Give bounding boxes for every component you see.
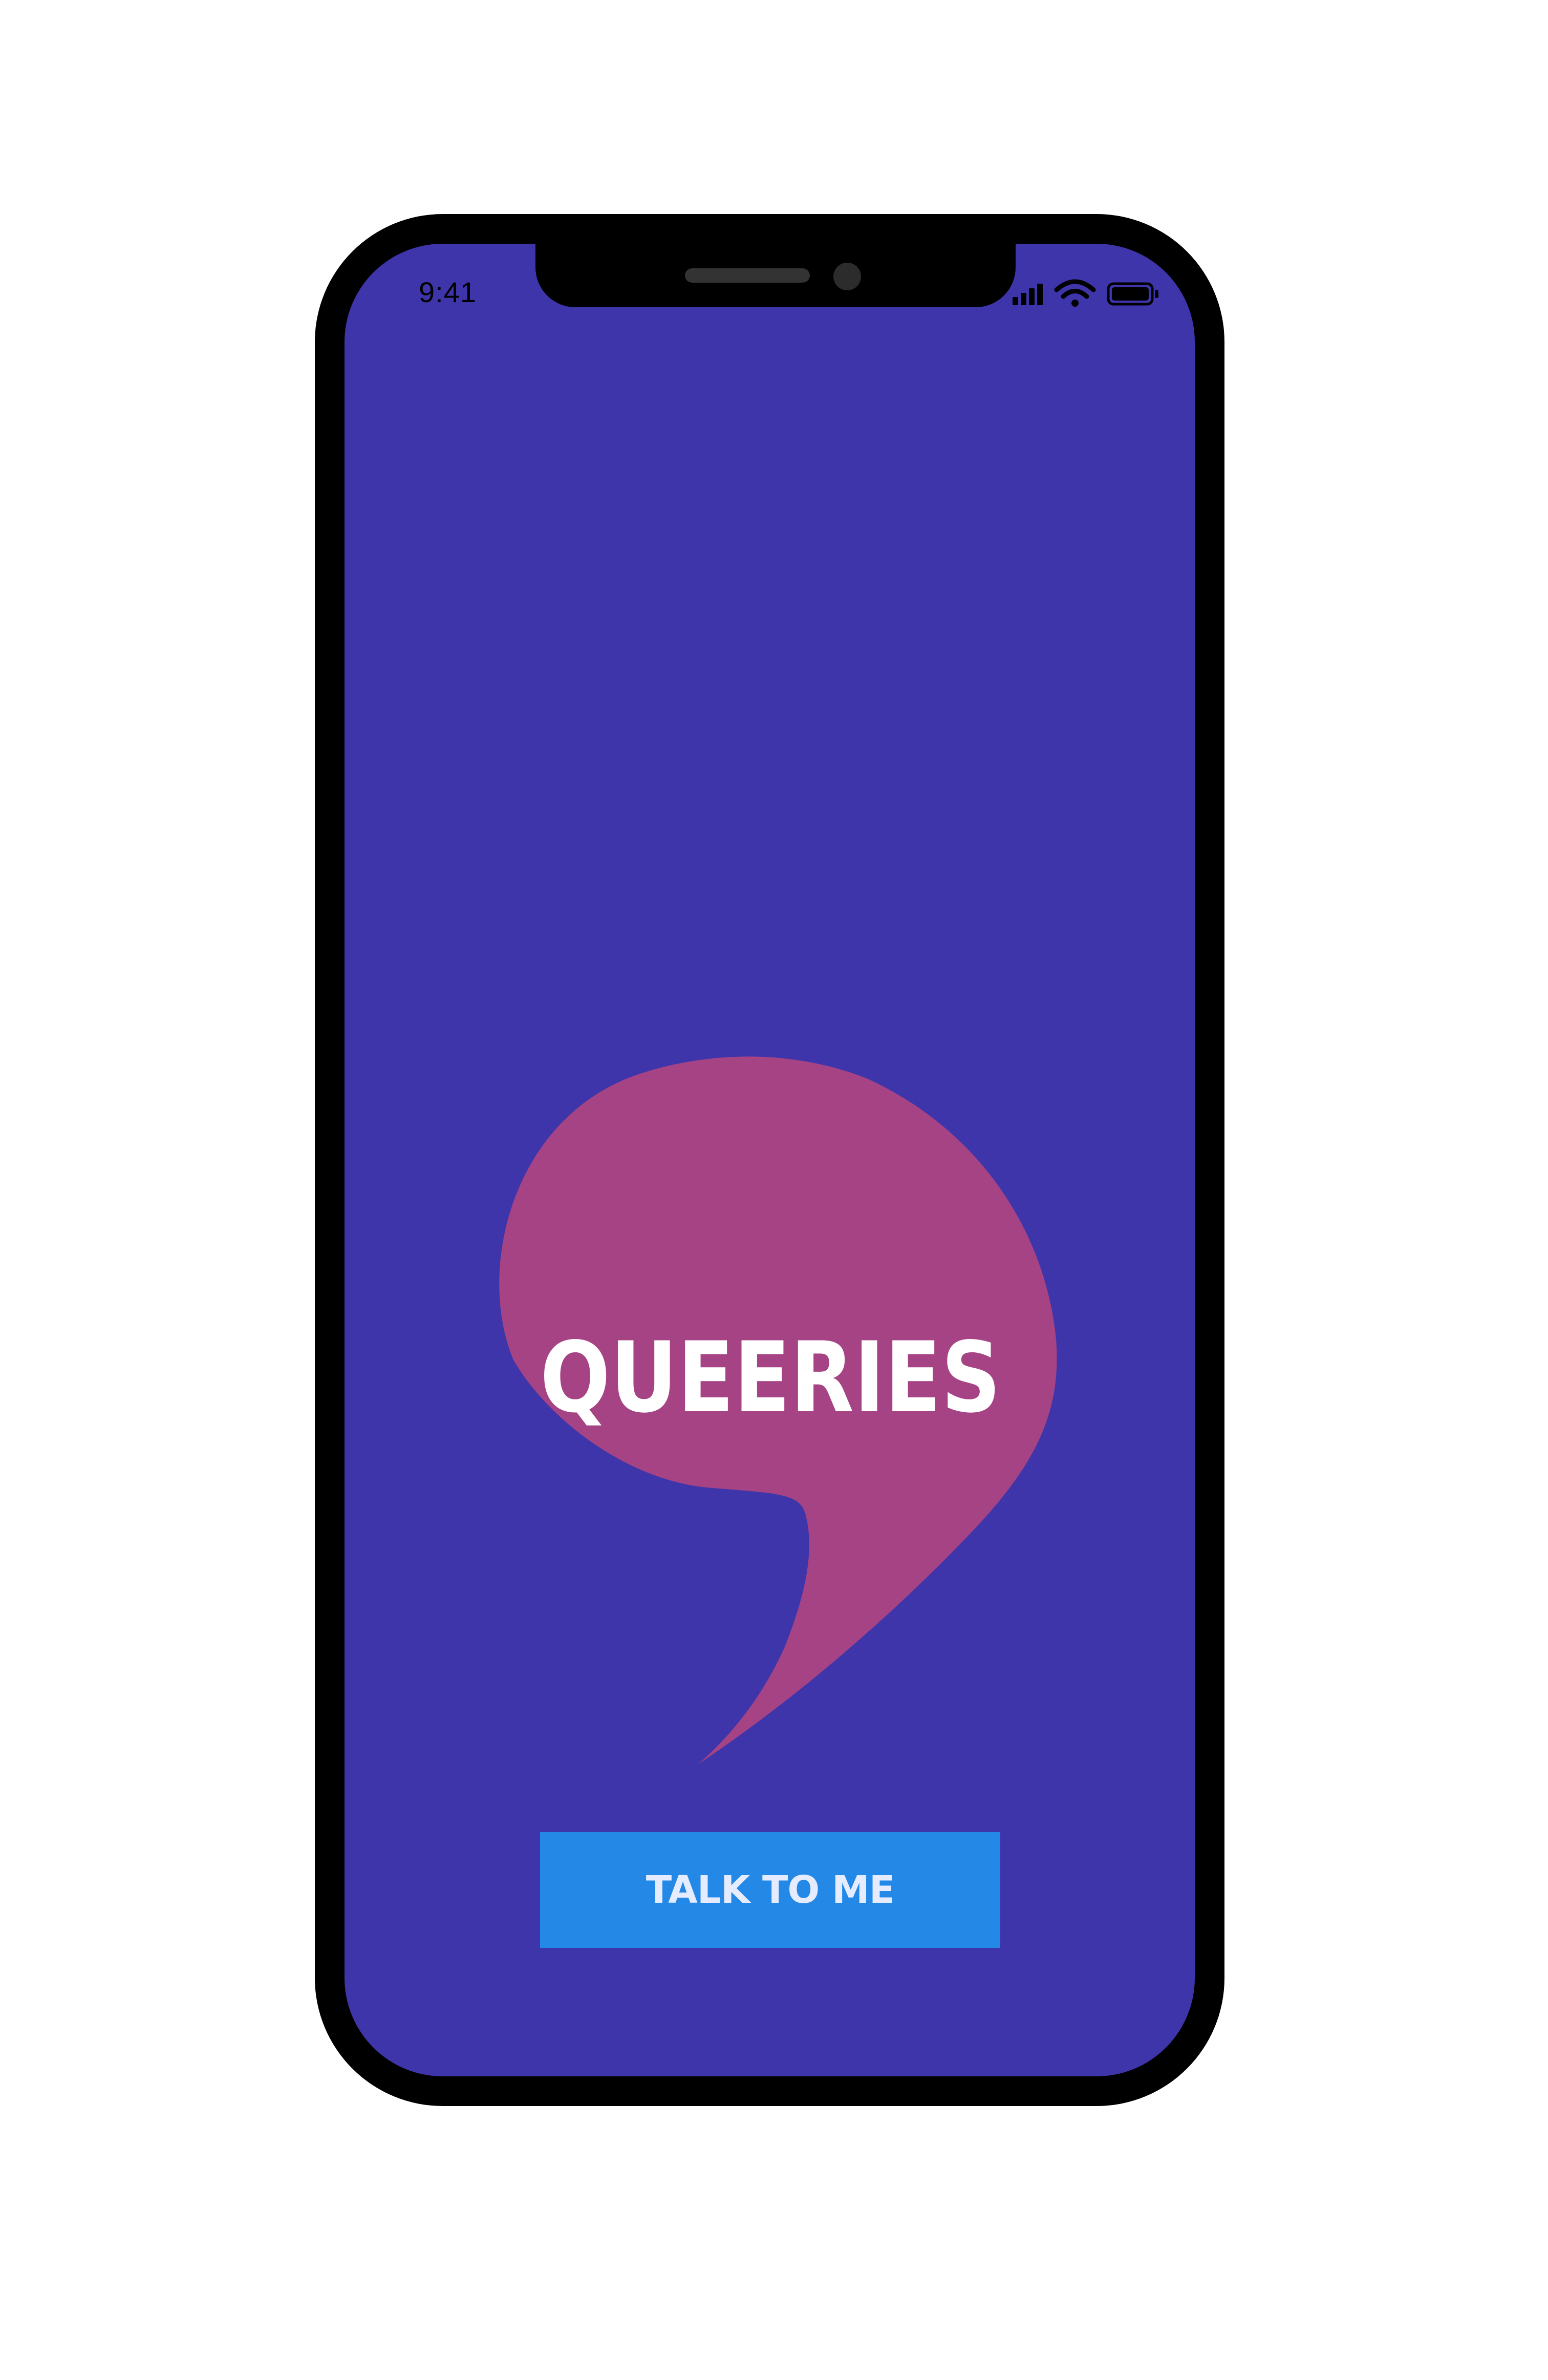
app-screen: 9:41 QUEERIES TALK TO ME [345,244,1195,2076]
phone-frame: 9:41 QUEERIES TALK TO ME [315,214,1224,2106]
queeries-logo: QUEERIES [499,1056,1057,1765]
logo-wordmark: QUEERIES [540,1321,1001,1434]
talk-to-me-label: TALK TO ME [646,1868,895,1912]
talk-to-me-button[interactable]: TALK TO ME [540,1832,1000,1948]
